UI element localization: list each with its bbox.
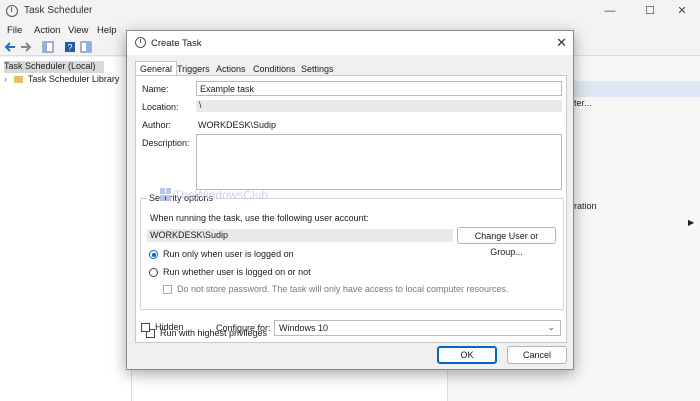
svg-text:?: ?: [67, 43, 72, 53]
configure-for-value: Windows 10: [279, 323, 329, 333]
dialog-close-button[interactable]: ✕: [556, 35, 567, 51]
run-whether-label[interactable]: Run whether user is logged on or not: [163, 267, 311, 277]
menu-view[interactable]: View: [68, 25, 88, 36]
forward-arrow-icon[interactable]: [20, 41, 32, 53]
tab-triggers[interactable]: Triggers: [172, 61, 215, 75]
help-icon[interactable]: ?: [64, 41, 76, 53]
watermark-text: TheWindowsClub: [174, 188, 269, 202]
menu-file[interactable]: File: [7, 25, 22, 36]
name-label: Name:: [142, 84, 169, 94]
menu-action[interactable]: Action: [34, 25, 60, 36]
ok-button[interactable]: OK: [437, 346, 497, 364]
tab-conditions[interactable]: Conditions: [248, 61, 301, 75]
navigation-tree: Task Scheduler (Local) › Task Scheduler …: [0, 57, 132, 401]
location-label: Location:: [142, 102, 179, 112]
change-user-button[interactable]: Change User or Group...: [457, 227, 556, 257]
general-tab-panel: Name: Example task Location: \ Author: W…: [135, 75, 567, 343]
dialog-titlebar: Create Task ✕: [127, 31, 573, 55]
security-options-group: Security options When running the task, …: [140, 193, 564, 310]
menu-help[interactable]: Help: [97, 25, 117, 36]
dialog-title: Create Task: [151, 38, 202, 49]
tab-actions[interactable]: Actions: [211, 61, 251, 75]
description-label: Description:: [142, 138, 190, 148]
cancel-button[interactable]: Cancel: [507, 346, 567, 364]
hidden-label[interactable]: Hidden: [155, 322, 184, 332]
account-prompt: When running the task, use the following…: [150, 213, 369, 223]
run-logged-on-label[interactable]: Run only when user is logged on: [163, 249, 294, 259]
configure-for-select[interactable]: Windows 10 ⌄: [274, 320, 561, 336]
configure-for-label: Configure for:: [216, 323, 271, 333]
run-whether-radio[interactable]: [149, 268, 158, 277]
main-close-button[interactable]: ✕: [664, 0, 700, 22]
folder-icon: [13, 76, 23, 83]
tree-library-label: Task Scheduler Library: [27, 74, 120, 84]
location-value: \: [196, 100, 562, 112]
hidden-checkbox[interactable]: [141, 323, 150, 332]
actions-item-partial-2[interactable]: iration: [572, 201, 597, 211]
no-store-password-label: Do not store password. The task will onl…: [177, 284, 509, 294]
clock-icon: [135, 37, 146, 48]
maximize-button[interactable]: ☐: [632, 0, 668, 22]
user-account-value: WORKDESK\Sudip: [147, 229, 453, 242]
minimize-button[interactable]: —: [592, 0, 628, 22]
tree-local-label: Task Scheduler (Local): [4, 61, 96, 71]
author-label: Author:: [142, 120, 172, 130]
watermark-logo-icon: [160, 188, 171, 201]
chevron-right-icon[interactable]: ›: [4, 74, 7, 84]
no-store-password-checkbox[interactable]: [163, 285, 172, 294]
submenu-arrow-icon[interactable]: ▶: [688, 218, 694, 227]
tree-item-local[interactable]: Task Scheduler (Local): [4, 61, 104, 73]
name-field[interactable]: Example task: [196, 81, 562, 96]
author-value: WORKDESK\Sudip: [198, 120, 277, 130]
description-field[interactable]: [196, 134, 562, 190]
run-logged-on-radio[interactable]: [149, 250, 158, 259]
tab-settings[interactable]: Settings: [296, 61, 339, 75]
show-hide-tree-icon[interactable]: [42, 41, 54, 53]
actions-item-partial-1[interactable]: iter...: [572, 98, 592, 108]
main-titlebar: Task Scheduler — ☐ ✕: [0, 0, 700, 22]
back-arrow-icon[interactable]: [4, 41, 16, 53]
main-window-title: Task Scheduler: [24, 5, 93, 16]
tree-item-library[interactable]: › Task Scheduler Library: [4, 74, 119, 86]
clock-icon: [6, 5, 18, 17]
chevron-down-icon: ⌄: [547, 322, 555, 332]
show-hide-action-pane-icon[interactable]: [80, 41, 92, 53]
tab-general[interactable]: General: [135, 61, 178, 76]
